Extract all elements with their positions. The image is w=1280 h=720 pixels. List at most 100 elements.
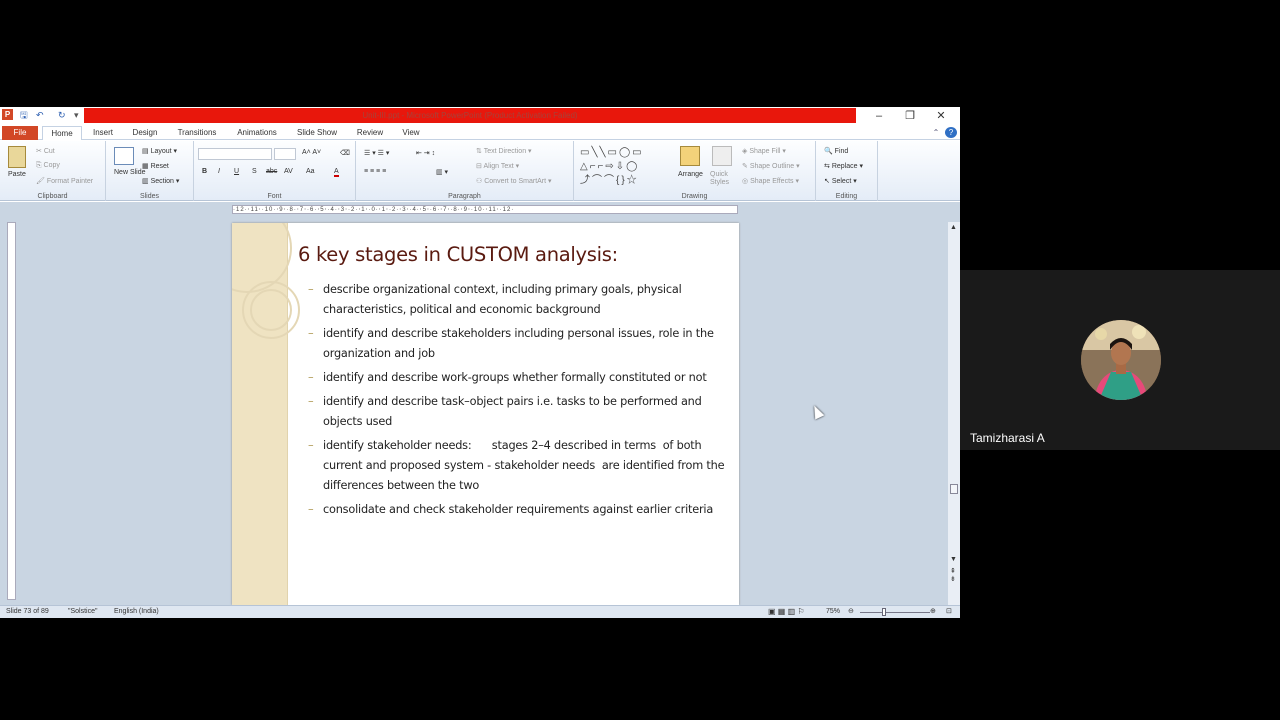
slide-title[interactable]: 6 key stages in CUSTOM analysis: bbox=[298, 243, 618, 266]
cut-button[interactable]: ✂ Cut bbox=[36, 147, 55, 155]
replace-button[interactable]: ⇆ Replace ▾ bbox=[824, 162, 863, 170]
bullet-marker: – bbox=[308, 503, 314, 516]
select-button[interactable]: ↖ Select ▾ bbox=[824, 177, 857, 185]
clear-format-icon[interactable]: ⌫ bbox=[340, 149, 350, 157]
slides-label: Slides bbox=[139, 193, 160, 200]
bullet-item: – identify and describe stakeholders incl… bbox=[306, 324, 726, 364]
zoom-out-icon[interactable]: ⊖ bbox=[848, 606, 854, 618]
shape-fill-button[interactable]: ◈ Shape Fill ▾ bbox=[742, 147, 786, 155]
close-icon[interactable]: ✕ bbox=[926, 108, 956, 124]
underline-button[interactable]: U bbox=[234, 168, 239, 175]
reset-button[interactable]: ▦ Reset bbox=[142, 162, 169, 170]
zoom-slider[interactable] bbox=[860, 612, 930, 613]
drawing-label: Drawing bbox=[681, 193, 708, 200]
bullet-text: consolidate and check stakeholder requir… bbox=[323, 503, 714, 516]
bullet-list[interactable]: – describe organizational context, includ… bbox=[306, 280, 726, 524]
tab-transitions[interactable]: Transitions bbox=[170, 126, 224, 140]
ribbon: Paste ✂ Cut ⎘ Copy 🖌 Format Painter Clip… bbox=[0, 141, 960, 201]
bullet-text: identify and describe work-groups whethe… bbox=[323, 371, 707, 384]
shape-effects-button[interactable]: ◎ Shape Effects ▾ bbox=[742, 177, 799, 185]
paste-icon[interactable] bbox=[8, 146, 26, 168]
decor-ring bbox=[250, 289, 292, 331]
arrange-button[interactable]: Arrange bbox=[678, 171, 703, 178]
bold-button[interactable]: B bbox=[202, 168, 207, 175]
arrange-icon[interactable] bbox=[680, 146, 700, 166]
section-button[interactable]: ▥ Section ▾ bbox=[142, 177, 179, 185]
bullet-item: – describe organizational context, includ… bbox=[306, 280, 726, 320]
fit-slide-icon[interactable]: ⊡ bbox=[946, 606, 952, 618]
tab-slide-show[interactable]: Slide Show bbox=[290, 126, 344, 140]
scroll-thumb[interactable] bbox=[950, 484, 958, 494]
align-text-button[interactable]: ⊟ Align Text ▾ bbox=[476, 162, 519, 170]
indent-icon[interactable]: ⇤ ⇥ ↕ bbox=[416, 149, 435, 157]
language-indicator[interactable]: English (India) bbox=[114, 606, 159, 618]
find-button[interactable]: 🔍 Find bbox=[824, 147, 848, 155]
zoom-level[interactable]: 75% bbox=[826, 606, 840, 618]
italic-button[interactable]: I bbox=[218, 168, 220, 175]
text-shadow-button[interactable]: S bbox=[252, 168, 257, 175]
quick-styles-button[interactable]: Quick Styles bbox=[710, 171, 734, 187]
undo-icon[interactable]: ↶ bbox=[36, 109, 44, 121]
bullet-text: identify and describe stakeholders inclu… bbox=[323, 327, 714, 360]
tab-insert[interactable]: Insert bbox=[86, 126, 120, 140]
zoom-slider-thumb[interactable] bbox=[882, 608, 886, 616]
tab-file[interactable]: File bbox=[2, 126, 38, 140]
bullet-item: – consolidate and check stakeholder requi… bbox=[306, 500, 726, 520]
paste-button[interactable]: Paste bbox=[8, 171, 26, 178]
vertical-ruler bbox=[7, 222, 16, 600]
new-slide-icon[interactable] bbox=[114, 147, 134, 165]
character-spacing-button[interactable]: AV bbox=[284, 168, 293, 175]
participant-photo-icon bbox=[1081, 320, 1161, 400]
view-buttons-icon[interactable]: ▣ ▦ ▥ ⚐ bbox=[768, 606, 805, 618]
grow-font-icon[interactable]: A˄ A˅ bbox=[302, 149, 321, 156]
slide-canvas[interactable]: 6 key stages in CUSTOM analysis: – descri… bbox=[232, 223, 739, 605]
vertical-scrollbar[interactable]: ▲ ▼ ⇞ ⇟ bbox=[948, 222, 960, 605]
editing-label: Editing bbox=[835, 193, 858, 200]
scroll-up-icon[interactable]: ▲ bbox=[950, 224, 957, 231]
format-painter-button[interactable]: 🖌 Format Painter bbox=[36, 177, 93, 185]
layout-button[interactable]: ▤ Layout ▾ bbox=[142, 147, 177, 155]
zoom-in-icon[interactable]: ⊕ bbox=[930, 606, 936, 618]
tab-design[interactable]: Design bbox=[126, 126, 164, 140]
minimize-ribbon-icon[interactable]: ⌃ bbox=[930, 126, 942, 140]
text-direction-button[interactable]: ⇅ Text Direction ▾ bbox=[476, 147, 532, 155]
minimize-icon[interactable]: – bbox=[864, 108, 894, 124]
help-icon[interactable]: ? bbox=[945, 127, 957, 138]
bullet-marker: – bbox=[308, 395, 314, 408]
copy-button[interactable]: ⎘ Copy bbox=[36, 162, 60, 170]
new-slide-button[interactable]: New Slide bbox=[114, 169, 146, 177]
powerpoint-window: P 🖫 ↶ ↻ ▾ Unit-III.ppt - Microsoft Power… bbox=[0, 107, 960, 618]
columns-icon[interactable]: ▥ ▾ bbox=[436, 168, 448, 176]
bullet-item: – identify and describe task–object pairs… bbox=[306, 392, 726, 432]
font-group: A˄ A˅ ⌫ B I U S abc AV Aa A Font bbox=[194, 141, 356, 201]
font-size-input[interactable] bbox=[274, 148, 296, 160]
horizontal-ruler: ·12·⋅11⋅·10·⋅9⋅·8·⋅7⋅·6·⋅5⋅·4·⋅3⋅·2·⋅1⋅·… bbox=[232, 205, 738, 214]
tab-view[interactable]: View bbox=[394, 126, 428, 140]
bullet-text: identify stakeholder needs: stages 2–4 d… bbox=[323, 439, 728, 492]
bullets-icon[interactable]: ☰ ▾ ☰ ▾ bbox=[364, 149, 389, 157]
shape-outline-button[interactable]: ✎ Shape Outline ▾ bbox=[742, 162, 800, 170]
participant-video-tile[interactable]: Tamizharasi A bbox=[960, 270, 1280, 450]
save-icon[interactable]: 🖫 bbox=[20, 109, 28, 121]
tab-review[interactable]: Review bbox=[350, 126, 390, 140]
quick-styles-icon[interactable] bbox=[712, 146, 732, 166]
font-name-input[interactable] bbox=[198, 148, 272, 160]
powerpoint-app-icon[interactable]: P bbox=[2, 109, 13, 120]
prev-next-slide-icon[interactable]: ⇞ ⇟ bbox=[950, 568, 956, 584]
change-case-button[interactable]: Aa bbox=[306, 168, 315, 175]
shapes-gallery[interactable]: ▭╲╲▭◯▭ △⌐⌐⇨⇩◯ ⤴⌒⌒{}☆ bbox=[580, 146, 670, 190]
redo-icon[interactable]: ↻ bbox=[58, 109, 66, 121]
strikethrough-button[interactable]: abc bbox=[266, 168, 277, 175]
slide-counter: Slide 73 of 89 bbox=[6, 608, 49, 615]
font-label: Font bbox=[267, 193, 282, 200]
font-color-button[interactable]: A bbox=[334, 168, 339, 177]
tab-animations[interactable]: Animations bbox=[230, 126, 284, 140]
tab-home[interactable]: Home bbox=[42, 126, 82, 140]
theme-name[interactable]: "Solstice" bbox=[68, 606, 97, 618]
convert-smartart-button[interactable]: ⚇ Convert to SmartArt ▾ bbox=[476, 177, 552, 185]
restore-icon[interactable]: ❐ bbox=[895, 108, 925, 124]
customize-qat-icon[interactable]: ▾ bbox=[74, 109, 79, 121]
align-icons[interactable]: ≡ ≡ ≡ ≡ bbox=[364, 168, 386, 175]
slides-group: New Slide ▤ Layout ▾ ▦ Reset ▥ Section ▾… bbox=[106, 141, 194, 201]
scroll-down-icon[interactable]: ▼ bbox=[950, 556, 957, 563]
